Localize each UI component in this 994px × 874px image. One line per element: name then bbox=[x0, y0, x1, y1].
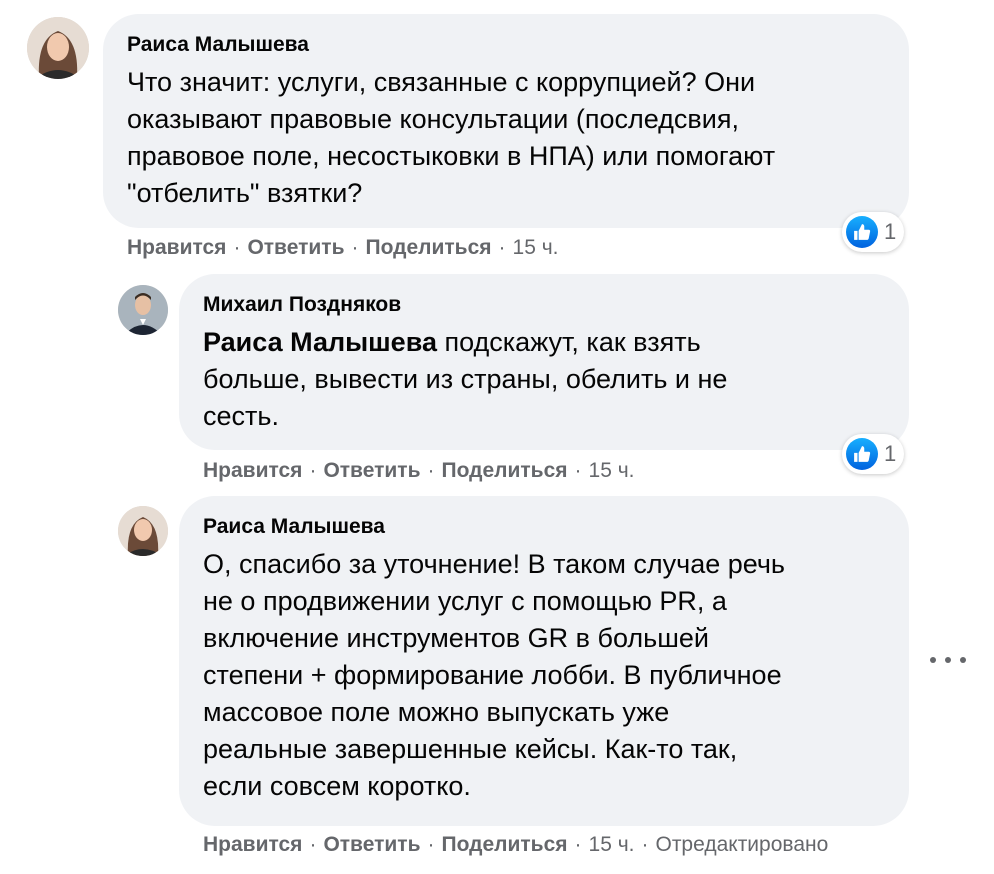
comment-actions: Нравится · Ответить · Поделиться · 15 ч. bbox=[127, 236, 558, 260]
like-icon bbox=[846, 438, 878, 470]
comment-line: больше, вывести из страны, обелить и не bbox=[203, 364, 728, 394]
like-button[interactable]: Нравится bbox=[203, 833, 302, 856]
comment-author[interactable]: Раиса Малышева bbox=[127, 33, 309, 57]
comment-line: Раиса Малышева подскажут, как взять bbox=[203, 324, 727, 361]
comment-line: "отбелить" взятки? bbox=[127, 178, 363, 208]
dot bbox=[945, 657, 951, 663]
comment-line: Что значит: услуги, связанные с коррупци… bbox=[127, 67, 756, 97]
timestamp[interactable]: 15 ч. bbox=[513, 236, 559, 259]
share-button[interactable]: Поделиться bbox=[441, 833, 567, 856]
reaction-badge[interactable]: 1 bbox=[842, 212, 905, 252]
separator: · bbox=[309, 833, 317, 856]
comment-text: Что значит: услуги, связанные с коррупци… bbox=[127, 64, 775, 212]
timestamp[interactable]: 15 ч. bbox=[589, 459, 635, 482]
comment-line: сесть. bbox=[203, 401, 279, 431]
comment-line-text: подскажут, как взять bbox=[436, 327, 701, 357]
comment-line: если совсем коротко. bbox=[203, 771, 471, 801]
like-button[interactable]: Нравится bbox=[127, 236, 226, 259]
comment-author[interactable]: Михаил Поздняков bbox=[203, 293, 401, 317]
dot bbox=[960, 657, 966, 663]
comment-text: О, спасибо за уточнение! В таком случае … bbox=[203, 546, 785, 805]
reply-button[interactable]: Ответить bbox=[323, 833, 420, 856]
like-button[interactable]: Нравится bbox=[203, 459, 302, 482]
separator: · bbox=[309, 459, 317, 482]
mention-link[interactable]: Раиса Малышева bbox=[203, 327, 437, 357]
separator: · bbox=[233, 236, 241, 259]
reaction-badge[interactable]: 1 bbox=[842, 434, 905, 474]
comment-text: Раиса Малышева подскажут, как взять боль… bbox=[203, 324, 727, 435]
separator: · bbox=[351, 236, 359, 259]
like-icon bbox=[846, 216, 878, 248]
separator: · bbox=[498, 236, 506, 259]
reply-button[interactable]: Ответить bbox=[247, 236, 344, 259]
dot bbox=[930, 657, 936, 663]
separator: · bbox=[574, 833, 582, 856]
comment-author[interactable]: Раиса Малышева bbox=[203, 515, 385, 539]
share-button[interactable]: Поделиться bbox=[441, 459, 567, 482]
edited-label[interactable]: Отредактировано bbox=[655, 833, 828, 856]
separator: · bbox=[574, 459, 582, 482]
comment-line: О, спасибо за уточнение! В таком случае … bbox=[203, 549, 786, 579]
comment-line: не о продвижении услуг с помощью PR, а bbox=[203, 586, 727, 616]
comment-line: массовое поле можно выпускать уже bbox=[203, 697, 670, 727]
comment-actions: Нравится · Ответить · Поделиться · 15 ч. · Отред… bbox=[203, 833, 828, 857]
reaction-count: 1 bbox=[884, 441, 897, 466]
avatar[interactable] bbox=[118, 285, 168, 335]
comment-line: правовое поле, несостыковки в НПА) или п… bbox=[127, 141, 776, 171]
reaction-count: 1 bbox=[884, 219, 897, 244]
timestamp[interactable]: 15 ч. bbox=[589, 833, 635, 856]
comment-actions: Нравится · Ответить · Поделиться · 15 ч. bbox=[203, 459, 634, 483]
reply-button[interactable]: Ответить bbox=[323, 459, 420, 482]
more-options-icon[interactable] bbox=[930, 646, 966, 674]
separator: · bbox=[427, 833, 435, 856]
comment-line: реальные завершенные кейсы. Как-то так, bbox=[203, 734, 738, 764]
share-button[interactable]: Поделиться bbox=[365, 236, 491, 259]
comment-line: степени + формирование лобби. В публично… bbox=[203, 660, 782, 690]
comment-line: оказывают правовые консультации (последс… bbox=[127, 104, 739, 134]
separator: · bbox=[641, 833, 649, 856]
avatar[interactable] bbox=[118, 506, 168, 556]
separator: · bbox=[427, 459, 435, 482]
comment-line: включение инструментов GR в большей bbox=[203, 623, 709, 653]
avatar[interactable] bbox=[27, 17, 89, 79]
